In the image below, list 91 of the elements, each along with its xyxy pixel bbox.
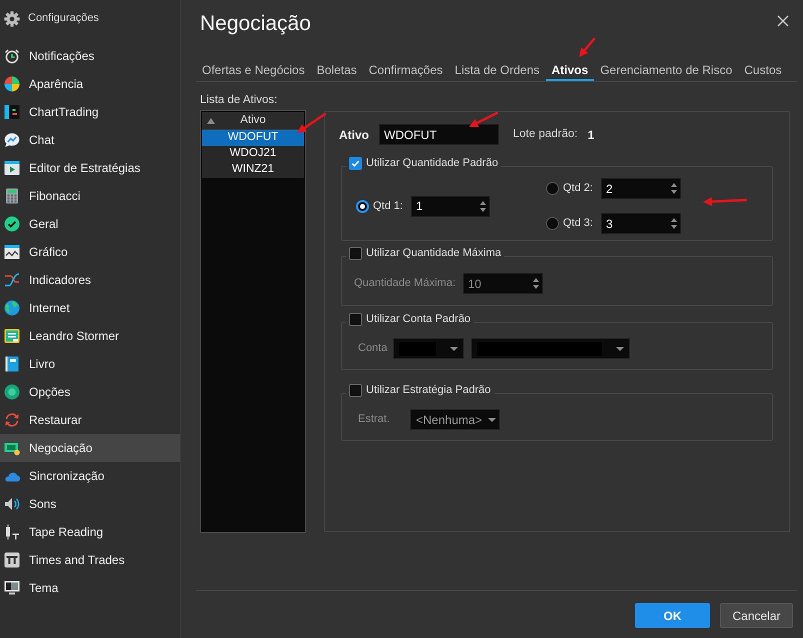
sidebar-title: Configurações — [28, 11, 99, 26]
sidebar-item[interactable]: Internet — [0, 294, 180, 322]
sort-arrow-icon — [207, 118, 215, 124]
radio-button[interactable] — [546, 182, 559, 195]
list-row[interactable]: WINZ21 — [202, 162, 304, 178]
field-label: Lote padrão: — [513, 126, 578, 142]
dropdown-arrow-icon — [450, 346, 458, 350]
color-wheel-icon — [4, 76, 20, 92]
play-window-icon — [4, 160, 20, 176]
tab[interactable]: Boletas — [310, 60, 363, 81]
sidebar-item[interactable]: Times and Trades — [0, 546, 180, 574]
annotation-arrow — [702, 196, 747, 208]
close-button[interactable] — [776, 14, 789, 27]
list-row[interactable]: WDOFUT — [202, 130, 304, 146]
tab[interactable]: Custos — [738, 60, 788, 81]
sidebar-item[interactable]: Indicadores — [0, 266, 180, 294]
tab[interactable]: Confirmações — [362, 60, 449, 81]
spin-box[interactable]: 3 — [601, 213, 681, 234]
calculator-icon — [4, 188, 20, 204]
globe-icon — [4, 300, 20, 316]
field-label: Estrat. — [358, 412, 391, 428]
radio-button[interactable] — [356, 200, 369, 212]
column-header[interactable]: Ativo — [202, 112, 304, 130]
list-label: Lista de Ativos: — [200, 93, 278, 107]
refresh-icon — [4, 412, 20, 428]
checkbox[interactable] — [349, 156, 362, 170]
annotation-arrow — [578, 38, 595, 58]
spin-arrows-icon[interactable] — [671, 183, 677, 194]
trading-panel-icon — [4, 104, 20, 120]
speaker-icon — [4, 496, 20, 512]
banknote-icon — [4, 440, 20, 456]
radio-label[interactable]: Qtd 2: — [563, 180, 601, 197]
spin-box[interactable]: 1 — [411, 196, 490, 216]
circle-icon — [4, 384, 20, 400]
spin-arrows-icon[interactable] — [671, 218, 677, 229]
sidebar-item[interactable]: Tema — [0, 574, 180, 602]
sidebar-item[interactable]: Fibonacci — [0, 182, 180, 210]
sidebar-item[interactable]: Editor de Estratégias — [0, 154, 180, 182]
list-row[interactable]: WDOJ21 — [202, 146, 304, 162]
settings-icon — [4, 10, 20, 26]
sidebar-item[interactable]: Geral — [0, 210, 180, 238]
sidebar-item[interactable]: Livro — [0, 350, 180, 378]
spin-box[interactable]: 10 — [463, 273, 543, 294]
annotation-arrow — [468, 112, 498, 128]
sidebar-item[interactable]: Gráfico — [0, 238, 180, 266]
asset-input[interactable]: WDOFUT — [379, 124, 499, 145]
tab[interactable]: Lista de Ordens — [448, 60, 546, 81]
spin-box[interactable]: 2 — [601, 178, 681, 199]
book-icon — [4, 356, 20, 372]
sidebar-item[interactable]: Notificações — [0, 42, 180, 70]
dropdown-arrow-icon — [488, 418, 496, 422]
tab[interactable]: Ofertas e Negócios — [196, 60, 311, 81]
sidebar-item[interactable]: Chat — [0, 126, 180, 154]
sidebar-item[interactable]: Leandro Stormer — [0, 322, 180, 350]
dialog-title: Negociação — [200, 11, 311, 37]
monitor-icon — [4, 580, 20, 596]
checkbox[interactable] — [349, 312, 362, 326]
board-icon — [4, 328, 20, 344]
sidebar-item[interactable]: Negociação — [0, 434, 180, 462]
tab[interactable]: Gerenciamento de Risco — [594, 60, 738, 81]
field-label: Ativo — [339, 126, 370, 144]
sidebar-item[interactable]: Sincronização — [0, 462, 180, 490]
radio-button[interactable] — [546, 217, 559, 230]
sidebar-item[interactable]: Sons — [0, 490, 180, 518]
sidebar-item[interactable]: Restaurar — [0, 406, 180, 434]
sidebar-item[interactable]: Aparência — [0, 70, 180, 98]
letter-tile-icon — [4, 552, 20, 568]
chat-icon — [4, 132, 20, 148]
field-label: Quantidade Máxima: — [354, 276, 456, 292]
radio-label[interactable]: Qtd 1: — [373, 198, 411, 214]
check-circle-icon — [4, 216, 20, 232]
candlestick-icon — [4, 524, 20, 540]
radio-label[interactable]: Qtd 3: — [563, 215, 601, 232]
sidebar-item[interactable]: Opções — [0, 378, 180, 406]
dropdown-arrow-icon — [616, 346, 624, 350]
close-icon — [776, 14, 788, 26]
tab[interactable]: Ativos — [546, 60, 594, 81]
cancel-button[interactable]: Cancelar — [720, 603, 793, 628]
dropdown[interactable]: <Nenhuma> — [410, 409, 500, 430]
field-label: Conta — [358, 341, 386, 356]
alarm-clock-icon — [4, 48, 20, 64]
line-chart-icon — [4, 244, 20, 260]
sidebar-item[interactable]: ChartTrading — [0, 98, 180, 126]
lot-value: 1 — [588, 126, 594, 144]
annotation-arrow — [296, 113, 326, 134]
trend-lines-icon — [4, 272, 20, 288]
checkbox[interactable] — [349, 246, 362, 260]
sidebar-item[interactable]: Tape Reading — [0, 518, 180, 546]
spin-arrows-icon[interactable] — [480, 200, 486, 212]
checkbox[interactable] — [349, 384, 362, 396]
spin-arrows-icon[interactable] — [533, 278, 539, 289]
